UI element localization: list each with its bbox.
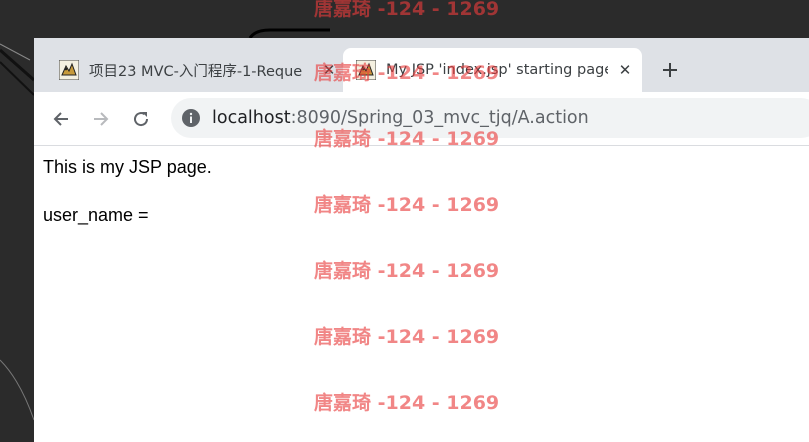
user-name-line: user_name = [43,205,149,225]
tab-strip: 项目23 MVC-入门程序-1-Reque ✕ My JSP 'index.js… [34,38,809,92]
info-icon[interactable] [181,108,201,128]
page-text-line: This is my JSP page. [43,157,212,177]
close-icon[interactable]: ✕ [614,59,636,81]
toolbar: localhost:8090/Spring_03_mvc_tjq/A.actio… [34,92,809,146]
tab-active[interactable]: My JSP 'index.jsp' starting page ✕ [343,48,642,92]
tab-title: My JSP 'index.jsp' starting page [386,62,608,78]
forward-arrow-icon [94,112,109,126]
browser-window: 项目23 MVC-入门程序-1-Reque ✕ My JSP 'index.js… [34,38,809,442]
tomcat-favicon-icon [59,60,79,80]
url-host: localhost [212,108,291,128]
page-content: This is my JSP page. user_name = [34,146,809,442]
url-text[interactable]: localhost:8090/Spring_03_mvc_tjq/A.actio… [212,108,589,128]
reload-icon [134,112,149,127]
forward-button[interactable] [86,104,116,134]
close-icon[interactable]: ✕ [318,59,340,81]
url-path: :8090/Spring_03_mvc_tjq/A.action [290,108,589,128]
new-tab-button[interactable] [656,56,684,84]
address-bar[interactable]: localhost:8090/Spring_03_mvc_tjq/A.actio… [171,98,809,138]
plus-icon [663,63,677,77]
tab-inactive[interactable]: 项目23 MVC-入门程序-1-Reque ✕ [46,48,346,92]
back-button[interactable] [46,104,76,134]
back-arrow-icon [53,112,68,126]
tab-title: 项目23 MVC-入门程序-1-Reque [89,63,303,80]
reload-button[interactable] [126,104,156,134]
tomcat-favicon-icon [356,60,376,80]
